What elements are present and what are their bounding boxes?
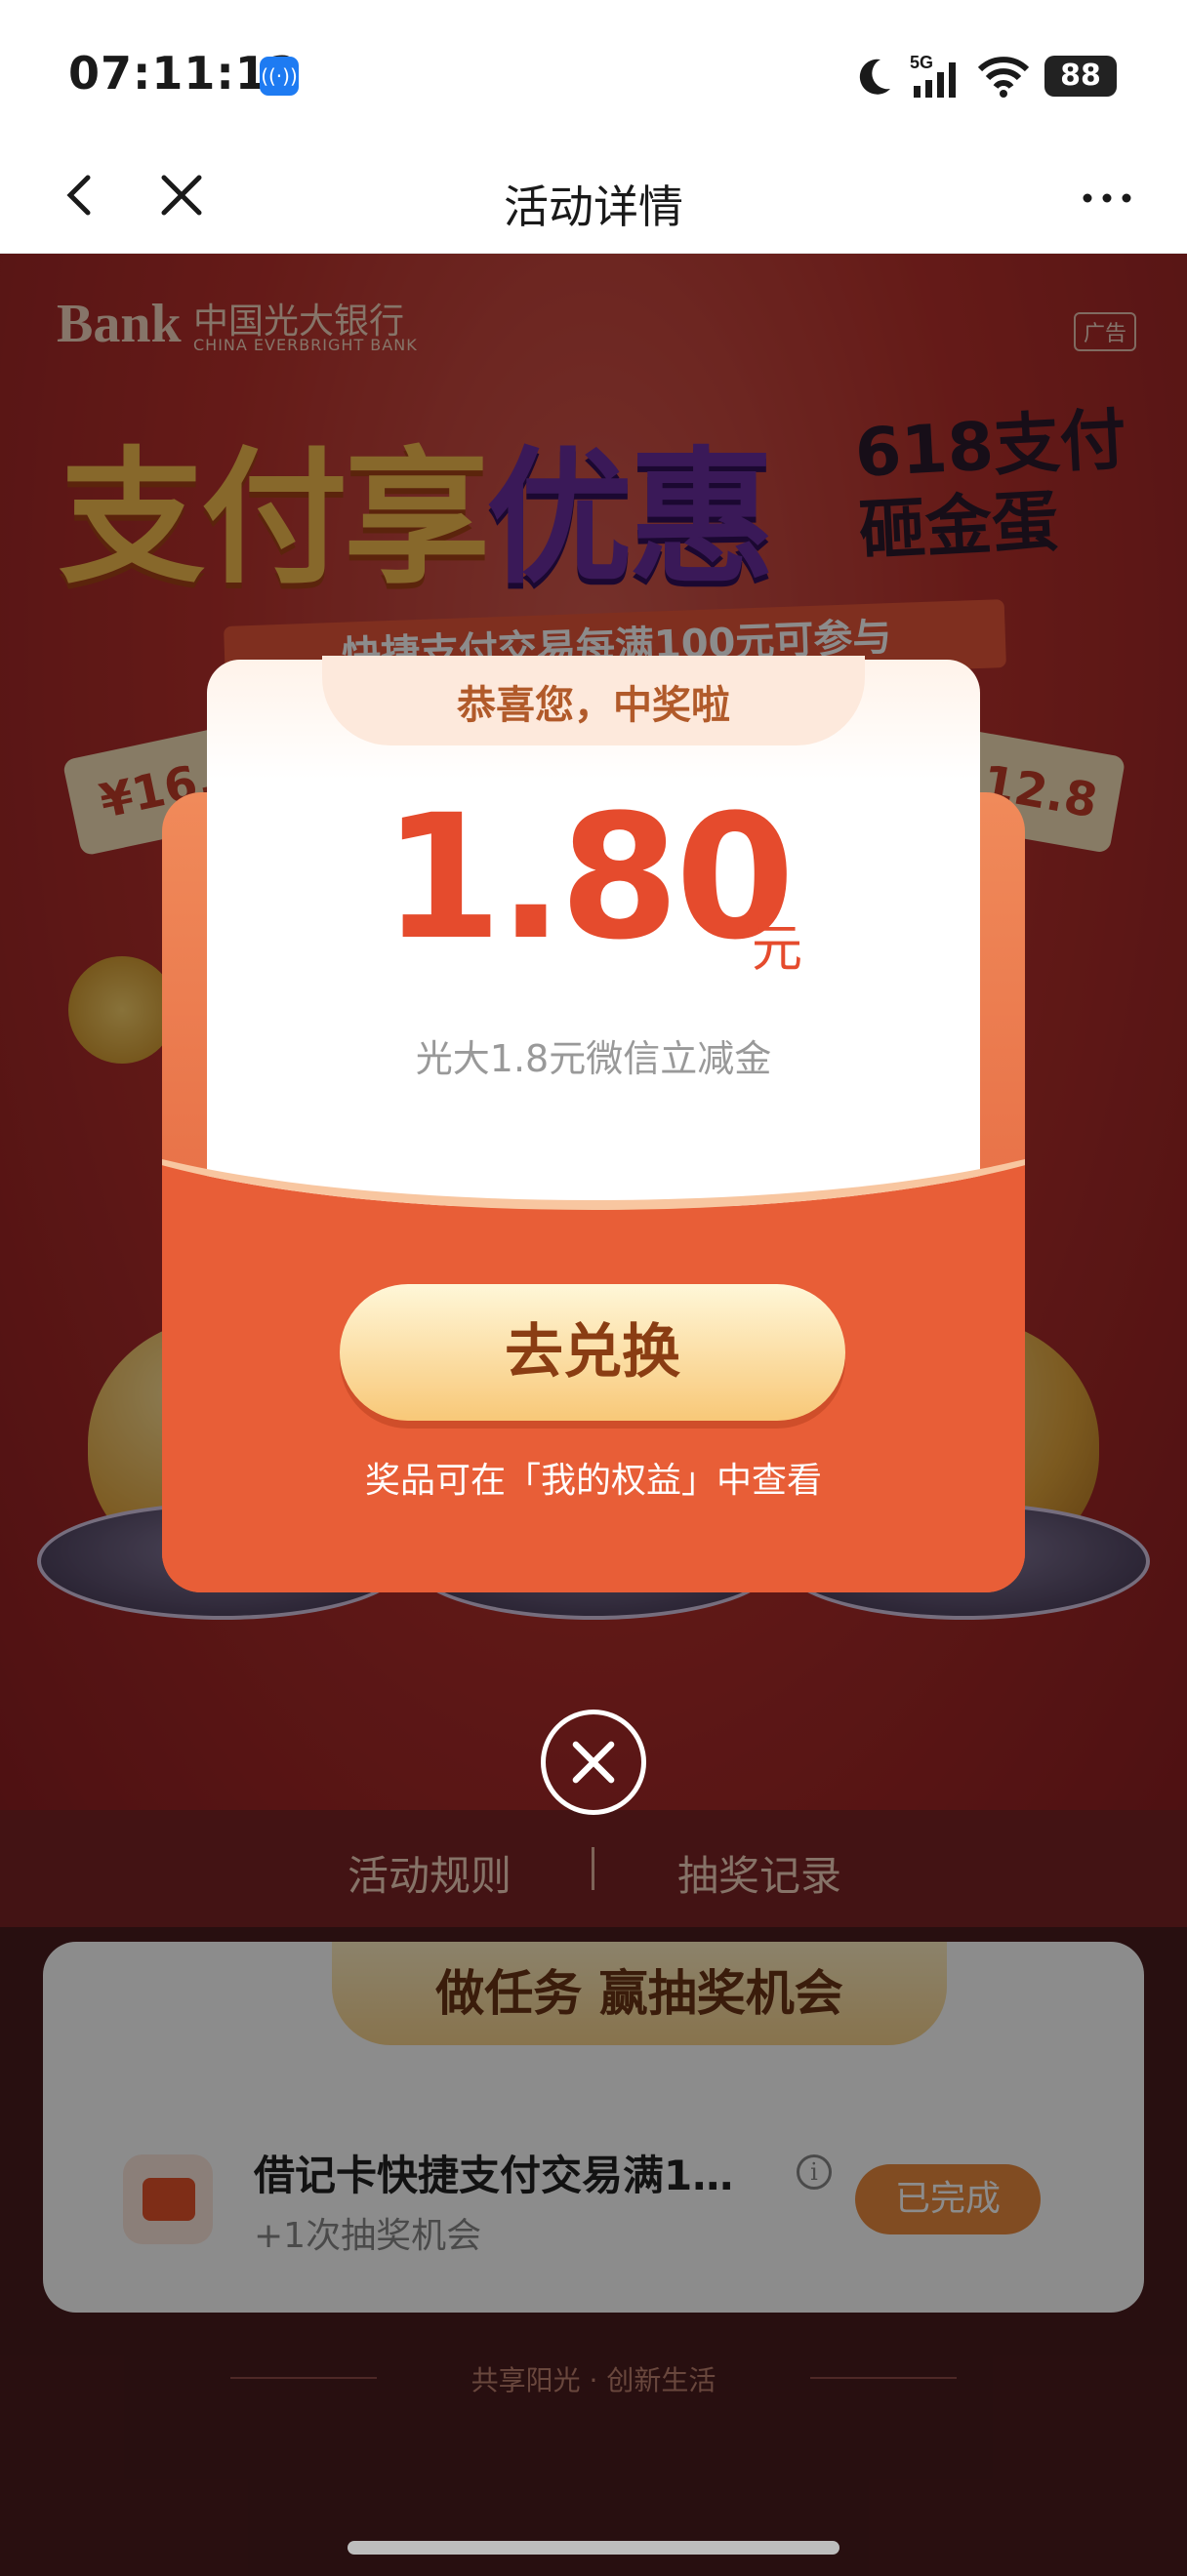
modal-note: 奖品可在「我的权益」中查看 (364, 1461, 822, 1501)
prize-description: 光大1.8元微信立减金 (415, 1037, 772, 1080)
home-indicator[interactable] (348, 2541, 839, 2555)
prize-title: 恭喜您，中奖啦 (457, 683, 730, 728)
status-icons: 5G 88 (851, 51, 1117, 101)
moon-icon (859, 59, 890, 95)
nav-bar: 活动详情 (0, 146, 1187, 254)
status-bar: 07:11:12 ((·)) 5G 88 (0, 0, 1187, 146)
battery-indicator: 88 (1044, 56, 1117, 97)
page-title: 活动详情 (504, 181, 683, 233)
more-icon[interactable] (1078, 174, 1136, 222)
nfc-icon: ((·)) (260, 57, 299, 96)
modal-close-icon[interactable] (541, 1710, 646, 1815)
prize-unit: 元 (752, 920, 803, 979)
exchange-button[interactable]: 去兑换 (340, 1284, 845, 1421)
wifi-icon (977, 57, 1030, 98)
prize-amount: 1.80 (383, 778, 795, 978)
cellular-signal-icon: 5G (910, 53, 956, 98)
network-type: 5G (910, 53, 933, 72)
